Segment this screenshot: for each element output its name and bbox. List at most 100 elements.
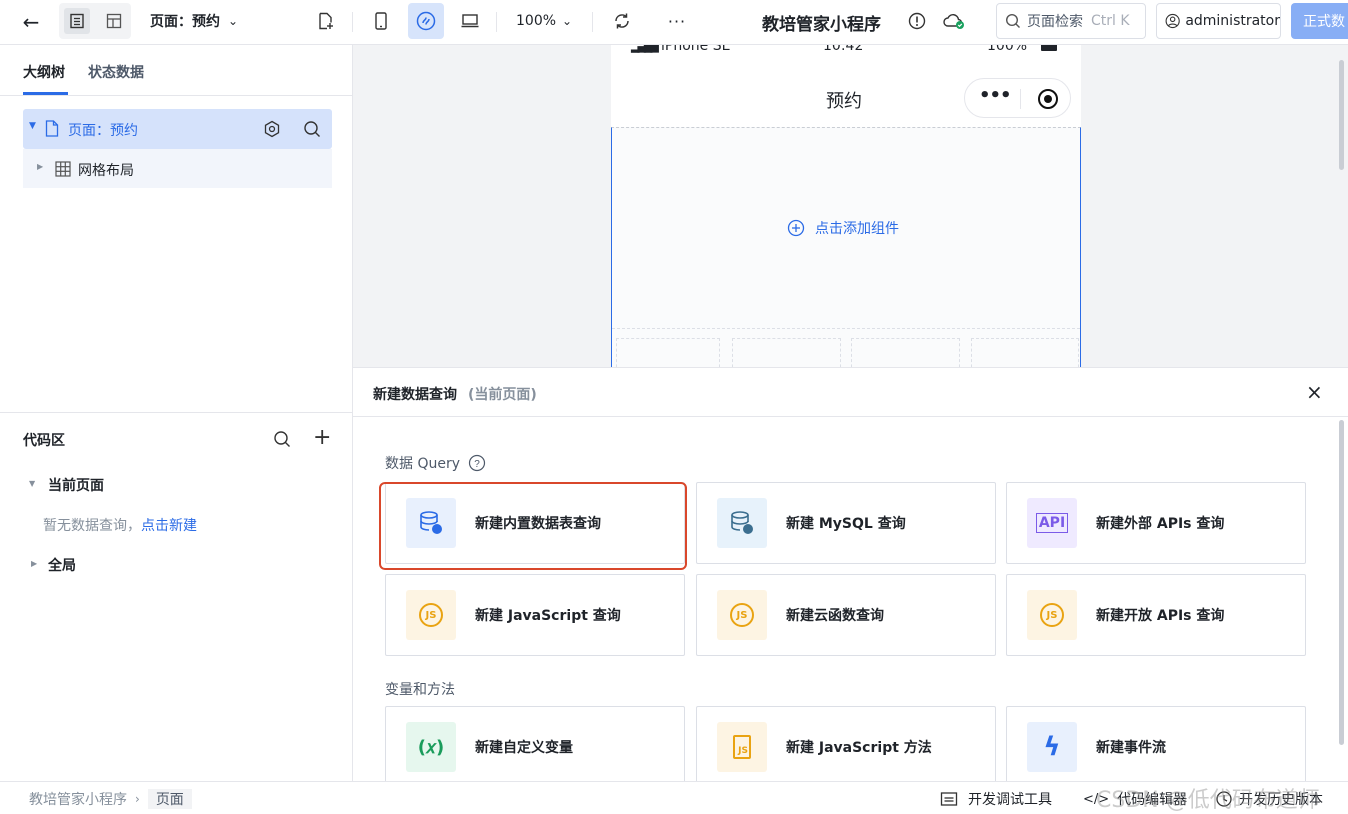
grid-cell[interactable] (616, 338, 720, 367)
caret-right-icon: ▶ (31, 559, 38, 568)
history-label: 开发历史版本 (1239, 792, 1323, 808)
phone-nav-title: 预约 (826, 91, 862, 112)
close-icon[interactable]: × (1306, 380, 1323, 404)
tree-item-page[interactable]: ▼ 页面：预约 (23, 109, 332, 149)
grid-cell[interactable] (732, 338, 841, 367)
tree-page-label: 页面：预约 (68, 123, 138, 139)
canvas-scrollbar[interactable] (1339, 60, 1344, 170)
left-panel: 大纲树 状态数据 ▼ 页面：预约 ▶ 网格布局 代码区 + ▼ 当前页面 暂无数… (0, 45, 353, 781)
add-page-icon[interactable] (314, 9, 338, 33)
tab-outline[interactable]: 大纲树 (23, 62, 65, 82)
desktop-view-icon[interactable] (458, 9, 482, 33)
page-selector[interactable]: 页面：预约 ⌄ (150, 10, 238, 32)
more-dots-icon[interactable]: ••• (979, 85, 1012, 106)
var-card[interactable]: ϟ 新建事件流 (1006, 706, 1306, 788)
query-card-label: 新建 JavaScript 查询 (475, 608, 621, 624)
query-card-label: 新建开放 APIs 查询 (1096, 608, 1225, 624)
settings-icon[interactable] (263, 120, 281, 138)
add-icon[interactable]: + (313, 426, 331, 450)
grid-cell[interactable] (971, 338, 1079, 367)
query-card-label: 新建 MySQL 查询 (786, 516, 906, 532)
database-icon (406, 498, 456, 548)
grid-cell[interactable] (851, 338, 960, 367)
layout-icon[interactable] (101, 8, 127, 34)
divider (496, 12, 497, 32)
query-card-label: 新建云函数查询 (786, 608, 884, 624)
code-icon: </> (1083, 791, 1110, 807)
divider (352, 12, 353, 32)
phone-time: 10:42 (823, 45, 864, 54)
capsule-divider (1020, 89, 1021, 109)
js-search-icon: JS (406, 590, 456, 640)
phone-frame: ▂▄▆█ iPhone SE 10:42 100% 预约 ••• 点击添加组件 (611, 45, 1081, 367)
back-button[interactable]: ← (18, 10, 44, 34)
var-card[interactable]: (𝑥) 新建自定义变量 (385, 706, 685, 788)
query-card[interactable]: JS 新建云函数查询 (696, 574, 996, 656)
breadcrumb-page[interactable]: 页面 (147, 789, 192, 809)
drop-zone[interactable]: 点击添加组件 (611, 127, 1081, 367)
warning-icon[interactable] (905, 9, 929, 33)
query-card[interactable]: JS 新建开放 APIs 查询 (1006, 574, 1306, 656)
cloud-sync-icon[interactable] (941, 9, 967, 33)
zoom-selector[interactable]: 100% ⌄ (516, 10, 572, 32)
publish-label: 正式数 (1303, 14, 1345, 30)
phone-status-bar: ▂▄▆█ iPhone SE 10:42 100% (611, 45, 1081, 57)
breadcrumb-app[interactable]: 教培管家小程序 (29, 789, 127, 809)
section-query-title: 数据 Query ? (385, 453, 486, 473)
chevron-down-icon: ⌄ (562, 14, 573, 28)
query-card[interactable]: 新建内置数据表查询 (385, 482, 685, 564)
close-miniprogram-icon[interactable] (1037, 88, 1059, 110)
create-link[interactable]: 点击新建 (141, 518, 197, 534)
code-current-page[interactable]: 当前页面 (48, 475, 104, 495)
mobile-view-icon[interactable] (369, 9, 393, 33)
carrier-text: iPhone SE (661, 45, 731, 54)
user-menu[interactable]: administrator (1156, 3, 1281, 39)
code-empty-hint: 暂无数据查询，点击新建 (43, 515, 197, 535)
panel-title: 新建数据查询 (373, 387, 457, 403)
query-card[interactable]: 新建 MySQL 查询 (696, 482, 996, 564)
console-icon (940, 792, 958, 806)
search-icon[interactable] (273, 430, 291, 448)
var-card-label: 新建 JavaScript 方法 (786, 740, 932, 756)
tab-state-data[interactable]: 状态数据 (88, 62, 144, 82)
query-card-label: 新建外部 APIs 查询 (1096, 516, 1225, 532)
tree-item-grid[interactable]: ▶ 网格布局 (23, 149, 332, 188)
dev-tools-button[interactable]: 开发调试工具 (940, 789, 1052, 809)
query-card[interactable]: API 新建外部 APIs 查询 (1006, 482, 1306, 564)
mysql-icon (717, 498, 767, 548)
miniprogram-view-icon[interactable] (408, 3, 444, 39)
help-icon[interactable]: ? (468, 454, 486, 472)
query-card[interactable]: JS 新建 JavaScript 查询 (385, 574, 685, 656)
var-card[interactable]: JS 新建 JavaScript 方法 (696, 706, 996, 788)
code-area-divider (0, 412, 352, 413)
add-component-prompt[interactable]: 点击添加组件 (787, 218, 899, 238)
document-icon[interactable] (64, 8, 90, 34)
add-component-label: 点击添加组件 (815, 221, 899, 237)
history-button[interactable]: 开发历史版本 (1215, 789, 1323, 809)
var-card-label: 新建自定义变量 (475, 740, 573, 756)
battery-icon (1041, 45, 1057, 51)
new-query-panel: 新建数据查询 (当前页面) × 数据 Query ? 新建内置数据表查询 新建 M… (353, 367, 1348, 788)
left-tabs: 大纲树 状态数据 (0, 45, 352, 96)
js-search-icon: JS (1027, 590, 1077, 640)
user-icon (1165, 13, 1180, 29)
search-placeholder: 页面检索 (1027, 14, 1083, 30)
publish-button[interactable]: 正式数 (1291, 3, 1348, 39)
chevron-down-icon: ⌄ (228, 14, 239, 28)
search-icon[interactable] (303, 120, 321, 138)
js-search-icon: JS (717, 590, 767, 640)
more-icon[interactable]: ··· (664, 9, 690, 33)
tab-active-indicator (23, 92, 68, 95)
page-search-input[interactable]: 页面检索 Ctrl K (996, 3, 1146, 39)
code-global[interactable]: 全局 (48, 555, 76, 575)
refresh-icon[interactable] (610, 9, 634, 33)
history-icon (1216, 791, 1232, 807)
caret-right-icon: ▶ (37, 162, 44, 171)
grid-placeholder-row (612, 328, 1080, 367)
capsule-menu[interactable]: ••• (964, 78, 1071, 118)
chevron-right-icon: › (135, 792, 140, 806)
search-icon (1005, 13, 1020, 28)
code-editor-button[interactable]: </> 代码编辑器 (1083, 789, 1187, 809)
search-shortcut: Ctrl K (1091, 13, 1130, 29)
panel-scrollbar[interactable] (1339, 420, 1344, 745)
